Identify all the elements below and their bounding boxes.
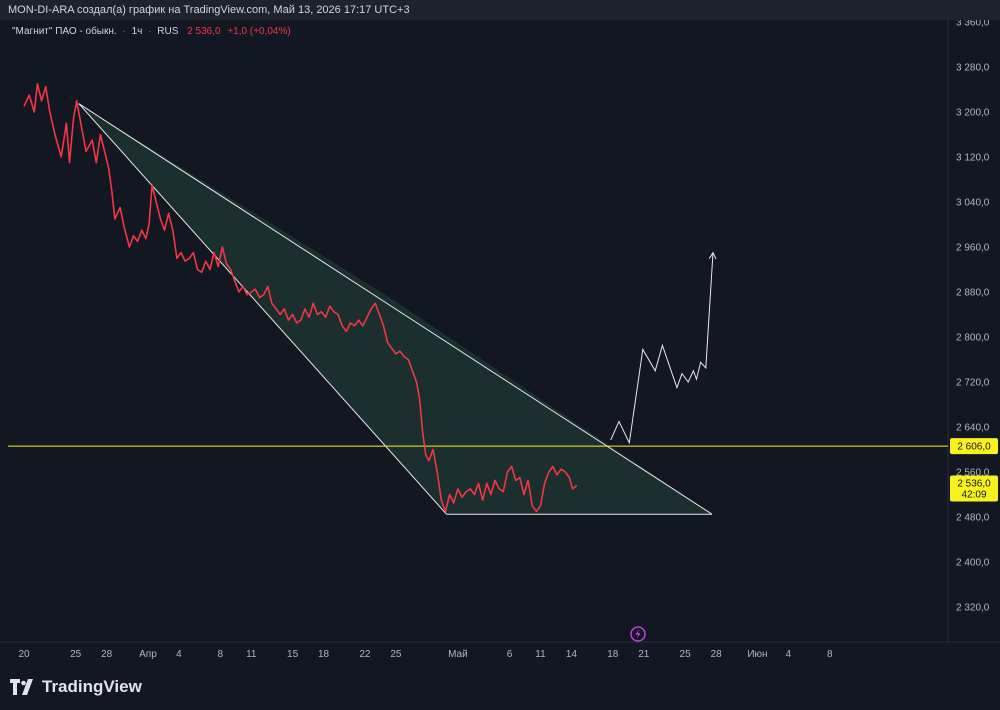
chart-caption: MON-DI-ARA создал(а) график на TradingVi… — [0, 0, 1000, 20]
tradingview-logo[interactable]: TradingView — [10, 676, 142, 698]
symbol-exchange: RUS — [157, 26, 179, 37]
x-tick-label: 18 — [318, 649, 330, 660]
x-tick-label: 11 — [535, 649, 546, 660]
x-tick-label: 4 — [786, 649, 792, 660]
lightning-glyph — [635, 629, 641, 639]
x-tick-label: 20 — [18, 649, 30, 660]
x-tick-label: 8 — [217, 649, 223, 660]
x-tick-label: Июн — [747, 649, 767, 660]
y-tick-label: 2 400,0 — [956, 558, 990, 569]
y-tick-label: 2 320,0 — [956, 603, 990, 614]
y-tick-label: 2 720,0 — [956, 378, 990, 389]
x-tick-label: 25 — [390, 649, 402, 660]
x-tick-label: 11 — [246, 649, 257, 660]
level-price-label: 2 606,0 — [957, 442, 991, 453]
x-tick-label: 8 — [827, 649, 833, 660]
x-tick-label: 6 — [507, 649, 513, 660]
y-tick-label: 3 040,0 — [956, 198, 990, 209]
symbol-legend[interactable]: "Магнит" ПАО - обыкн. · 1ч · RUS 2 536,0… — [12, 26, 291, 37]
footer — [0, 666, 1000, 710]
x-tick-label: 21 — [638, 649, 650, 660]
x-tick-label: 22 — [359, 649, 371, 660]
brand-name: TradingView — [42, 677, 142, 696]
chart-area[interactable]: 3 360,0 3 280,0 3 200,0 3 120,0 3 040,0 2 960… — [0, 18, 1000, 666]
price-chart[interactable]: 3 360,0 3 280,0 3 200,0 3 120,0 3 040,0 2 960… — [0, 18, 1000, 666]
x-tick-label: 25 — [680, 649, 692, 660]
y-tick-label: 2 480,0 — [956, 513, 990, 524]
legend-separator: · — [122, 26, 126, 37]
x-tick-label: Май — [448, 649, 468, 660]
y-tick-label: 2 960,0 — [956, 243, 990, 254]
y-tick-label: 2 880,0 — [956, 288, 990, 299]
symbol-interval[interactable]: 1ч — [132, 26, 143, 37]
bar-countdown-label: 42:09 — [961, 490, 986, 501]
x-tick-label: 25 — [70, 649, 82, 660]
legend-separator: · — [148, 26, 152, 37]
y-tick-label: 3 120,0 — [956, 153, 990, 164]
y-tick-label: 3 280,0 — [956, 63, 990, 74]
y-tick-label: 3 360,0 — [956, 20, 990, 29]
x-tick-label: 28 — [711, 649, 723, 660]
x-tick-label: 15 — [287, 649, 299, 660]
x-tick-label: 18 — [607, 649, 619, 660]
last-price-label: 2 536,0 — [957, 479, 991, 490]
tradingview-logo-icon — [10, 679, 33, 695]
y-tick-label: 2 640,0 — [956, 423, 990, 434]
y-tick-label: 2 800,0 — [956, 333, 990, 344]
x-tick-label: 14 — [566, 649, 578, 660]
projection-path[interactable] — [610, 252, 714, 445]
x-tick-label: Апр — [139, 649, 157, 660]
y-tick-label: 3 200,0 — [956, 108, 990, 119]
x-tick-label: 4 — [176, 649, 182, 660]
legend-last-price: 2 536,0 — [187, 26, 221, 37]
legend-change: +1,0 (+0,04%) — [227, 26, 291, 37]
symbol-name[interactable]: "Магнит" ПАО - обыкн. — [12, 26, 117, 37]
x-tick-label: 28 — [101, 649, 113, 660]
